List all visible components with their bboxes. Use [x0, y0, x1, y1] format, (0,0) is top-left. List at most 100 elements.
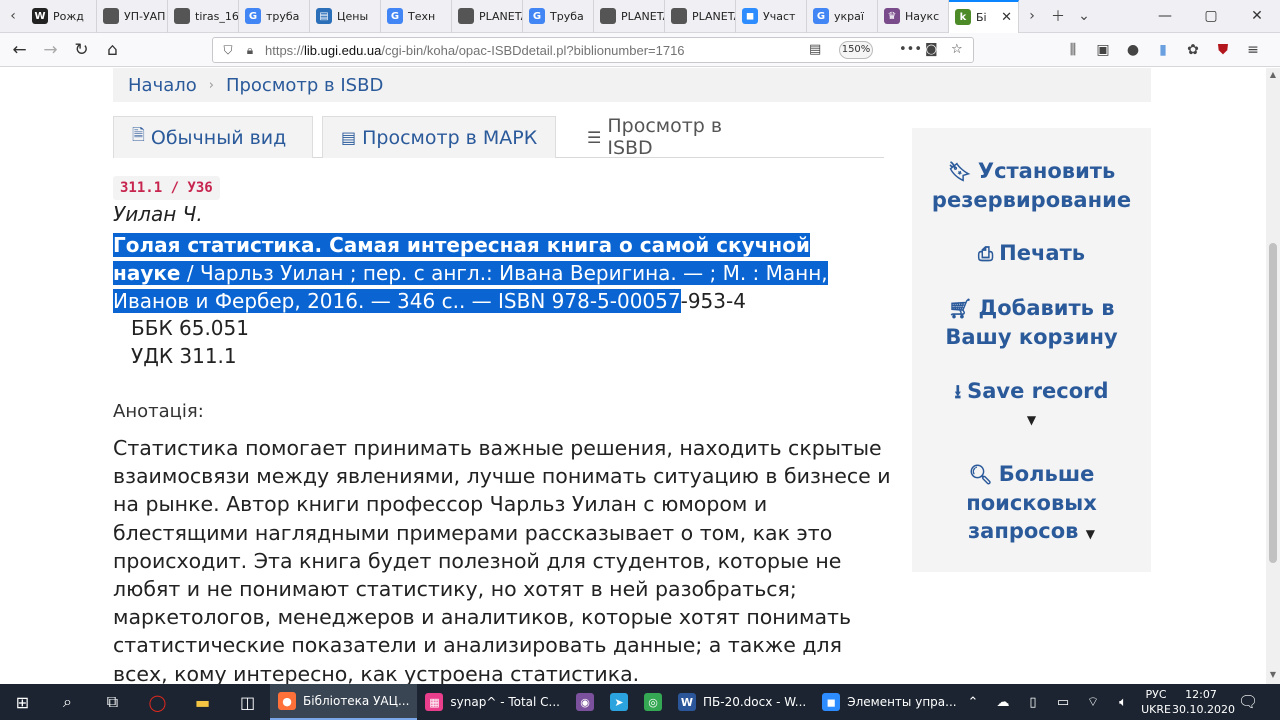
- back-icon[interactable]: ←: [4, 40, 35, 60]
- tab-list-dropdown-icon[interactable]: ⌄: [1071, 0, 1097, 33]
- scroll-up-icon[interactable]: ▲: [1266, 70, 1280, 79]
- taskbar-app[interactable]: W ПБ-20.docx - W...: [670, 684, 814, 720]
- print-button[interactable]: ⎙ Печать: [912, 239, 1151, 268]
- show-hidden-icons-icon[interactable]: ⌃: [958, 695, 988, 710]
- new-tab-icon[interactable]: ＋: [1045, 0, 1071, 33]
- tab-favicon-icon: G: [387, 8, 403, 24]
- browser-tab-active[interactable]: k Бі ✕: [949, 0, 1019, 33]
- search-icon[interactable]: ⌕: [45, 684, 90, 720]
- page-scrollbar[interactable]: ▲ ▼: [1266, 68, 1280, 684]
- window-close-icon[interactable]: ✕: [1234, 8, 1280, 24]
- annotation-label: Анотація:: [113, 401, 204, 422]
- record-isbn-tail: -953-4: [680, 289, 746, 313]
- app-icon: ▦: [425, 693, 444, 711]
- home-icon[interactable]: ⌂: [97, 40, 128, 60]
- taskbar-app[interactable]: ● Бібліотека УАЦ...: [270, 684, 418, 720]
- taskbar-app[interactable]: ➤: [602, 684, 636, 720]
- browser-tab[interactable]: Gукраї: [807, 0, 878, 33]
- reserve-button[interactable]: 🔖︎ Установить резервирование: [912, 157, 1151, 214]
- tab-close-icon[interactable]: ✕: [1001, 10, 1012, 25]
- tab-normal-view[interactable]: 🗎︎ Обычный вид: [113, 116, 313, 158]
- reader-view-icon[interactable]: ▤: [809, 42, 821, 57]
- library-icon[interactable]: ⫼: [1060, 42, 1086, 58]
- menu-icon[interactable]: ≡: [1240, 42, 1266, 58]
- scroll-down-icon[interactable]: ▼: [1266, 670, 1280, 679]
- opera-icon[interactable]: ◯: [135, 684, 180, 720]
- extension-puzzle-icon[interactable]: ✿: [1180, 42, 1206, 58]
- app-label: Бібліотека УАЦ...: [303, 694, 410, 708]
- volume-icon[interactable]: 🔈︎: [1108, 695, 1138, 710]
- battery-icon[interactable]: ▭: [1048, 695, 1078, 710]
- tab-isbd-view[interactable]: ☰ Просмотр в ISBD: [577, 115, 777, 159]
- zoom-level-badge[interactable]: 150%: [839, 41, 873, 59]
- tab-favicon-icon: G: [529, 8, 545, 24]
- tab-favicon-icon: G: [245, 8, 261, 24]
- taskbar-app[interactable]: ◉: [568, 684, 602, 720]
- add-to-cart-button[interactable]: 🛒︎ Добавить в Вашу корзину: [912, 294, 1151, 351]
- task-view-icon[interactable]: ⧉: [90, 684, 135, 720]
- browser-tab[interactable]: Gтруба: [239, 0, 310, 33]
- reload-icon[interactable]: ↻: [66, 40, 97, 60]
- keyboard-language[interactable]: РУС UKRE: [1138, 687, 1174, 717]
- breadcrumb-current-link[interactable]: Просмотр в ISBD: [226, 75, 383, 96]
- more-searches-button[interactable]: 🔍︎ Больше поисковых запросов ▼: [912, 460, 1151, 548]
- browser-tab[interactable]: PLANETA: [594, 0, 665, 33]
- usb-icon[interactable]: ▯: [1018, 695, 1048, 710]
- browser-tab[interactable]: УП-УАП: [97, 0, 168, 33]
- download-icon: ⭳: [954, 381, 962, 403]
- tab-favicon-icon: [600, 8, 616, 24]
- pocket-icon[interactable]: ◙: [925, 42, 938, 57]
- onedrive-icon[interactable]: ☁: [988, 695, 1018, 710]
- bookmark-icon: 🔖︎: [947, 161, 972, 183]
- notifications-icon[interactable]: 🗨︎: [1238, 692, 1258, 711]
- address-bar[interactable]: ⛉ 🔒︎ https://lib.ugi.edu.ua/cgi-bin/koha…: [212, 37, 974, 63]
- tab-scroll-left-icon[interactable]: ‹: [0, 0, 26, 33]
- maximize-icon[interactable]: ▢: [1188, 8, 1234, 24]
- save-record-button[interactable]: ⭳ Save record ▼: [912, 377, 1151, 434]
- breadcrumb-home-link[interactable]: Начало: [128, 75, 197, 96]
- store-icon[interactable]: ◫: [225, 684, 270, 720]
- url-text[interactable]: https://lib.ugi.edu.ua/cgi-bin/koha/opac…: [265, 43, 685, 58]
- ublock-icon[interactable]: ⛊: [1210, 42, 1236, 58]
- browser-tab[interactable]: G Техн: [381, 0, 452, 33]
- browser-tab[interactable]: ♛ Наукс: [878, 0, 949, 33]
- browser-tab[interactable]: ▤ Цены: [310, 0, 381, 33]
- browser-tab[interactable]: G Труба: [523, 0, 594, 33]
- browser-tab[interactable]: tiras_16_12: [168, 0, 239, 33]
- printer-icon: ⎙: [977, 243, 994, 265]
- windows-start-icon[interactable]: ⊞: [0, 684, 45, 720]
- call-number: 311.1 / У36: [113, 176, 220, 200]
- navigation-bar: ← → ↻ ⌂ ⛉ 🔒︎ https://lib.ugi.edu.ua/cgi-…: [0, 33, 1280, 67]
- lock-icon[interactable]: 🔒︎: [241, 43, 259, 58]
- caret-down-icon[interactable]: ▼: [912, 406, 1151, 434]
- sidebar-icon[interactable]: ▣: [1090, 42, 1116, 58]
- account-icon[interactable]: ●: [1120, 42, 1146, 58]
- browser-tab[interactable]: ◼ Участ: [736, 0, 807, 33]
- taskbar-app[interactable]: ◼ Элементы упра...: [814, 684, 964, 720]
- wifi-icon[interactable]: ⌔: [1078, 694, 1108, 710]
- taskbar-app[interactable]: ◎: [636, 684, 670, 720]
- file-explorer-icon[interactable]: ▬: [180, 684, 225, 720]
- scrollbar-thumb[interactable]: [1269, 243, 1277, 563]
- minimize-icon[interactable]: —: [1142, 8, 1188, 24]
- browser-tab[interactable]: W Рожд: [26, 0, 97, 33]
- caret-down-icon[interactable]: ▼: [1086, 527, 1095, 541]
- tab-favicon-icon: ◼: [742, 8, 758, 24]
- taskbar-app[interactable]: ▦ synap^ - Total C...: [417, 684, 568, 720]
- tab-title: PLANETA: [692, 9, 735, 23]
- tab-title: Рожд: [53, 9, 84, 23]
- bookmark-star-icon[interactable]: ☆: [951, 42, 963, 57]
- tab-marc-view[interactable]: ▤ Просмотр в МАРК: [322, 116, 556, 158]
- app-icon: ◎: [644, 693, 662, 711]
- forward-icon[interactable]: →: [35, 40, 66, 60]
- tab-favicon-icon: [103, 8, 119, 24]
- system-clock[interactable]: 12:07 30.10.2020: [1172, 687, 1235, 717]
- page-actions-icon[interactable]: •••: [899, 42, 922, 57]
- browser-tab[interactable]: PLANETA: [665, 0, 736, 33]
- tab-scroll-right-icon[interactable]: ›: [1019, 0, 1045, 33]
- tab-title: Участ: [763, 9, 796, 23]
- extension-icon[interactable]: ▮: [1150, 42, 1176, 58]
- tab-favicon-icon: ▤: [316, 8, 332, 24]
- shield-icon[interactable]: ⛉: [219, 43, 237, 58]
- browser-tab[interactable]: PLANETA: [452, 0, 523, 33]
